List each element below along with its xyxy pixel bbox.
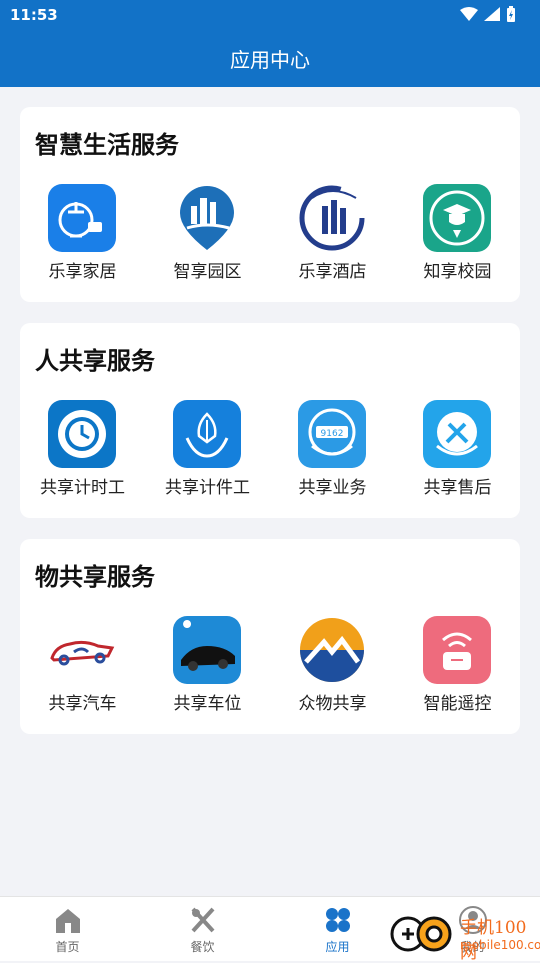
- signal-icon: [484, 7, 500, 21]
- section-smart-life: 智慧生活服务 乐享家居 智享园区 乐享酒店 知享校园: [20, 107, 520, 302]
- status-bar: 11:53: [0, 0, 540, 30]
- watermark-logo-icon: [390, 916, 452, 952]
- app-item-car-share[interactable]: 共享汽车: [20, 616, 145, 716]
- app-label: 共享业务: [298, 478, 367, 498]
- app-grid: 共享汽车 共享车位 众物共享 智能遥控: [20, 616, 520, 716]
- status-time: 11:53: [10, 6, 58, 24]
- section-people-share: 人共享服务 共享计时工 共享计件工 9162 共享业务 共享售后: [20, 323, 520, 518]
- remote-control-icon: [423, 616, 491, 684]
- app-grid: 乐享家居 智享园区 乐享酒店 知享校园: [20, 184, 520, 284]
- app-item-parking[interactable]: 共享车位: [145, 616, 270, 716]
- tab-dining[interactable]: 餐饮: [135, 897, 270, 961]
- app-label: 智能遥控: [423, 694, 492, 714]
- watermark-url: mobile100.com: [460, 938, 540, 952]
- utensils-icon: [191, 907, 215, 933]
- app-label: 众物共享: [298, 694, 367, 714]
- app-label: 共享计件工: [165, 478, 250, 498]
- app-header: 应用中心: [0, 30, 540, 87]
- app-item-remote[interactable]: 智能遥控: [395, 616, 520, 716]
- home-icon: [56, 909, 80, 933]
- mountain-sun-icon: [298, 616, 366, 684]
- car-share-icon: [48, 616, 116, 684]
- app-label: 共享计时工: [40, 478, 125, 498]
- business-9162-icon: 9162: [298, 400, 366, 468]
- after-sales-tools-icon: [423, 400, 491, 468]
- app-item-timer-worker[interactable]: 共享计时工: [20, 400, 145, 500]
- app-item-hotel[interactable]: 乐享酒店: [270, 184, 395, 284]
- section-goods-share: 物共享服务 共享汽车 共享车位 众物共享 智能遥控: [20, 539, 520, 734]
- battery-icon: [507, 6, 515, 22]
- app-item-park[interactable]: 智享园区: [145, 184, 270, 284]
- app-item-mass-share[interactable]: 众物共享: [270, 616, 395, 716]
- app-label: 乐享酒店: [298, 262, 367, 282]
- home-furnishing-icon: [48, 184, 116, 252]
- watermark: 手机100网 mobile100.com: [388, 906, 540, 963]
- tab-apps[interactable]: 应用: [270, 897, 405, 961]
- tab-label: 首页: [55, 940, 80, 954]
- app-label: 共享车位: [173, 694, 242, 714]
- app-label: 共享汽车: [48, 694, 117, 714]
- app-item-after-sales[interactable]: 共享售后: [395, 400, 520, 500]
- wifi-icon: [460, 7, 478, 21]
- section-title: 物共享服务: [35, 563, 155, 591]
- app-label: 知享校园: [423, 262, 492, 282]
- tab-label: 餐饮: [190, 940, 215, 954]
- hands-plant-icon: [173, 400, 241, 468]
- app-item-piece-worker[interactable]: 共享计件工: [145, 400, 270, 500]
- section-title: 智慧生活服务: [35, 131, 179, 159]
- app-label: 智享园区: [173, 262, 242, 282]
- app-item-campus[interactable]: 知享校园: [395, 184, 520, 284]
- app-label: 共享售后: [423, 478, 492, 498]
- tab-home[interactable]: 首页: [0, 897, 135, 961]
- svg-text:9162: 9162: [321, 429, 344, 439]
- parking-space-icon: [173, 616, 241, 684]
- campus-graduation-icon: [423, 184, 491, 252]
- app-item-home[interactable]: 乐享家居: [20, 184, 145, 284]
- timer-gear-icon: [48, 400, 116, 468]
- apps-grid-icon: [326, 908, 350, 932]
- tab-label: 应用: [325, 940, 350, 954]
- app-item-business[interactable]: 9162 共享业务: [270, 400, 395, 500]
- app-label: 乐享家居: [48, 262, 117, 282]
- hotel-globe-icon: [298, 184, 366, 252]
- park-location-icon: [173, 184, 241, 252]
- section-title: 人共享服务: [35, 347, 155, 375]
- status-icons: [460, 6, 516, 22]
- app-grid: 共享计时工 共享计件工 9162 共享业务 共享售后: [20, 400, 520, 500]
- page-title: 应用中心: [230, 48, 310, 72]
